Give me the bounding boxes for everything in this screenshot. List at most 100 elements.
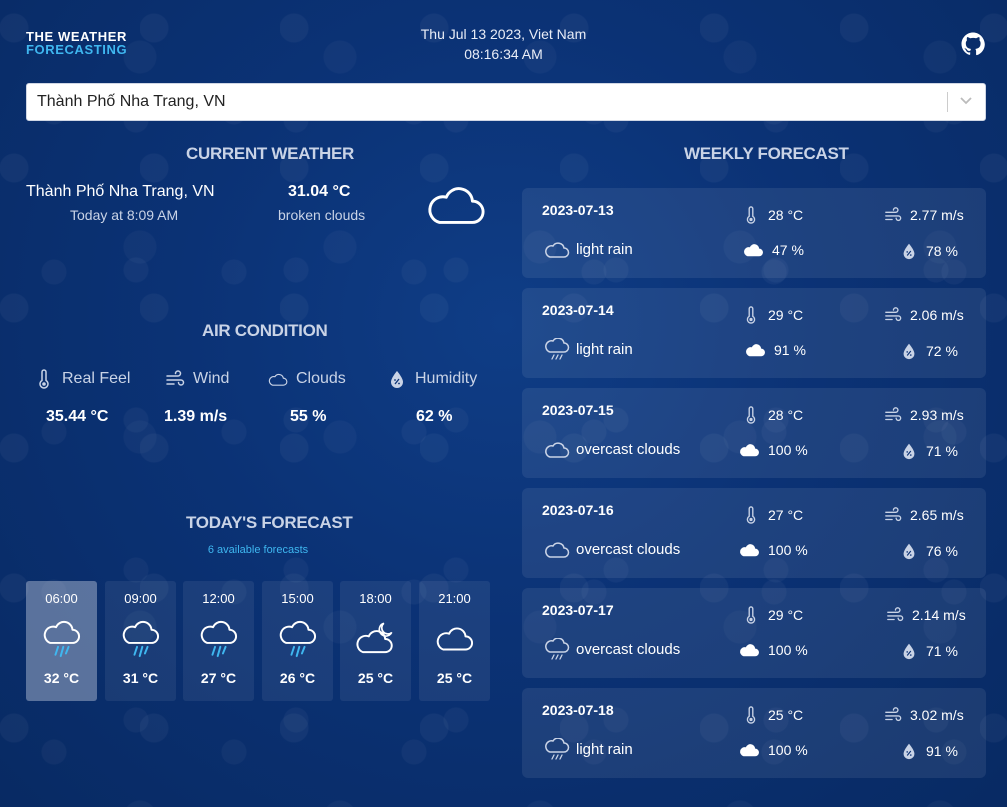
- day-humidity: 71 %: [900, 642, 958, 660]
- hourly-forecast-card[interactable]: 06:00 32 °C: [26, 581, 97, 701]
- wind-icon: [165, 369, 185, 389]
- clouds-value: 55 %: [290, 408, 327, 425]
- weekly-forecast-title: WEEKLY FORECAST: [684, 144, 849, 163]
- day-wind-value: 2.65 m/s: [910, 507, 964, 523]
- day-wind: 2.77 m/s: [884, 206, 964, 224]
- wind-icon: [884, 706, 902, 724]
- day-humidity-value: 76 %: [926, 543, 958, 559]
- day-description: light rain: [544, 338, 633, 360]
- cloud-icon: [742, 242, 764, 258]
- github-icon[interactable]: [961, 32, 985, 56]
- wind-icon: [884, 506, 902, 524]
- day-humidity: 91 %: [900, 742, 958, 760]
- humidity-icon: [900, 442, 918, 460]
- forecast-temp: 32 °C: [43, 670, 80, 686]
- forecast-temp: 25 °C: [436, 670, 473, 686]
- chevron-down-icon[interactable]: [959, 93, 973, 107]
- todays-forecast-title: TODAY'S FORECAST: [186, 513, 353, 532]
- forecast-time: 06:00: [45, 591, 78, 606]
- air-item-humidity: Humidity: [387, 368, 477, 390]
- humidity-icon: [900, 542, 918, 560]
- rain-cloud-icon: [544, 638, 570, 660]
- day-clouds: 91 %: [744, 342, 806, 358]
- current-time: Today at 8:09 AM: [70, 207, 179, 223]
- hourly-forecast-card[interactable]: 12:00 27 °C: [183, 581, 254, 701]
- day-date: 2023-07-16: [542, 502, 614, 518]
- day-wind-value: 2.77 m/s: [910, 207, 964, 223]
- cloud-icon: [744, 342, 766, 358]
- daily-forecast-card[interactable]: 2023-07-16 27 °C 2.65 m/s overcast cloud…: [522, 488, 986, 578]
- humidity-icon: [900, 342, 918, 360]
- daily-forecast-card[interactable]: 2023-07-17 29 °C 2.14 m/s overcast cloud…: [522, 588, 986, 678]
- clouds-label: Clouds: [296, 370, 346, 387]
- day-temp-value: 25 °C: [768, 707, 804, 723]
- day-temp-value: 28 °C: [768, 407, 804, 423]
- day-clouds: 100 %: [738, 742, 808, 758]
- day-humidity-value: 71 %: [926, 643, 958, 659]
- date-text: Thu Jul 13 2023, Viet Nam: [420, 26, 587, 42]
- day-temperature: 29 °C: [742, 606, 803, 624]
- current-datetime: Thu Jul 13 2023, Viet Nam 08:16:34 AM: [0, 24, 1007, 64]
- day-temp-value: 28 °C: [768, 207, 804, 223]
- day-clouds: 100 %: [738, 442, 808, 458]
- daily-forecast-card[interactable]: 2023-07-18 25 °C 3.02 m/s light rain 100…: [522, 688, 986, 778]
- air-item-clouds: Clouds: [268, 368, 346, 390]
- day-date: 2023-07-18: [542, 702, 614, 718]
- current-city: Thành Phố Nha Trang, VN: [26, 183, 215, 200]
- thermometer-icon: [742, 306, 760, 324]
- day-date: 2023-07-17: [542, 602, 614, 618]
- day-temperature: 28 °C: [742, 206, 803, 224]
- air-condition-title: AIR CONDITION: [202, 321, 328, 340]
- city-search[interactable]: [26, 83, 986, 121]
- day-temperature: 28 °C: [742, 406, 803, 424]
- day-description: light rain: [544, 738, 633, 760]
- forecast-time: 09:00: [124, 591, 157, 606]
- daily-forecast-card[interactable]: 2023-07-13 28 °C 2.77 m/s light rain 47 …: [522, 188, 986, 278]
- humidity-label: Humidity: [415, 370, 478, 387]
- rain-cloud-icon: [544, 338, 570, 360]
- cloud-icon: [436, 627, 473, 651]
- daily-forecast-card[interactable]: 2023-07-14 29 °C 2.06 m/s light rain 91 …: [522, 288, 986, 378]
- real-feel-value: 35.44 °C: [46, 408, 109, 425]
- hourly-forecast-card[interactable]: 21:00 25 °C: [419, 581, 490, 701]
- daily-forecast-card[interactable]: 2023-07-15 28 °C 2.93 m/s overcast cloud…: [522, 388, 986, 478]
- hourly-forecast-card[interactable]: 09:00 31 °C: [105, 581, 176, 701]
- rain-cloud-icon: [277, 618, 319, 660]
- rain-cloud-icon: [198, 618, 240, 660]
- day-description: light rain: [544, 238, 633, 260]
- air-item-real-feel: Real Feel: [34, 368, 130, 390]
- current-weather-title: CURRENT WEATHER: [186, 144, 355, 163]
- day-wind: 2.93 m/s: [884, 406, 964, 424]
- day-desc-text: light rain: [576, 240, 633, 258]
- thermometer-icon: [742, 706, 760, 724]
- rain-cloud-icon: [544, 738, 570, 760]
- hourly-forecast-card[interactable]: 18:00 25 °C: [340, 581, 411, 701]
- day-wind-value: 2.06 m/s: [910, 307, 964, 323]
- day-temperature: 27 °C: [742, 506, 803, 524]
- day-clouds: 47 %: [742, 242, 804, 258]
- day-humidity-value: 71 %: [926, 443, 958, 459]
- humidity-icon: [900, 642, 918, 660]
- forecast-temp: 31 °C: [122, 670, 159, 686]
- day-clouds: 100 %: [738, 542, 808, 558]
- wind-value: 1.39 m/s: [164, 408, 228, 425]
- hourly-forecast-card[interactable]: 15:00 26 °C: [262, 581, 333, 701]
- day-temperature: 25 °C: [742, 706, 803, 724]
- search-separator: [947, 92, 948, 112]
- day-date: 2023-07-15: [542, 402, 614, 418]
- humidity-icon: [900, 742, 918, 760]
- day-clouds-value: 100 %: [768, 542, 808, 558]
- day-wind: 2.14 m/s: [886, 606, 966, 624]
- day-clouds-value: 47 %: [772, 242, 804, 258]
- cloud-icon: [424, 183, 486, 227]
- forecast-time: 21:00: [438, 591, 471, 606]
- day-humidity: 78 %: [900, 242, 958, 260]
- cloud-icon: [544, 438, 570, 460]
- wind-icon: [884, 306, 902, 324]
- day-humidity: 71 %: [900, 442, 958, 460]
- thermometer-icon: [742, 606, 760, 624]
- search-input[interactable]: [37, 84, 937, 120]
- current-description: broken clouds: [278, 207, 366, 223]
- cloud-icon: [544, 238, 570, 260]
- day-description: overcast clouds: [544, 638, 680, 660]
